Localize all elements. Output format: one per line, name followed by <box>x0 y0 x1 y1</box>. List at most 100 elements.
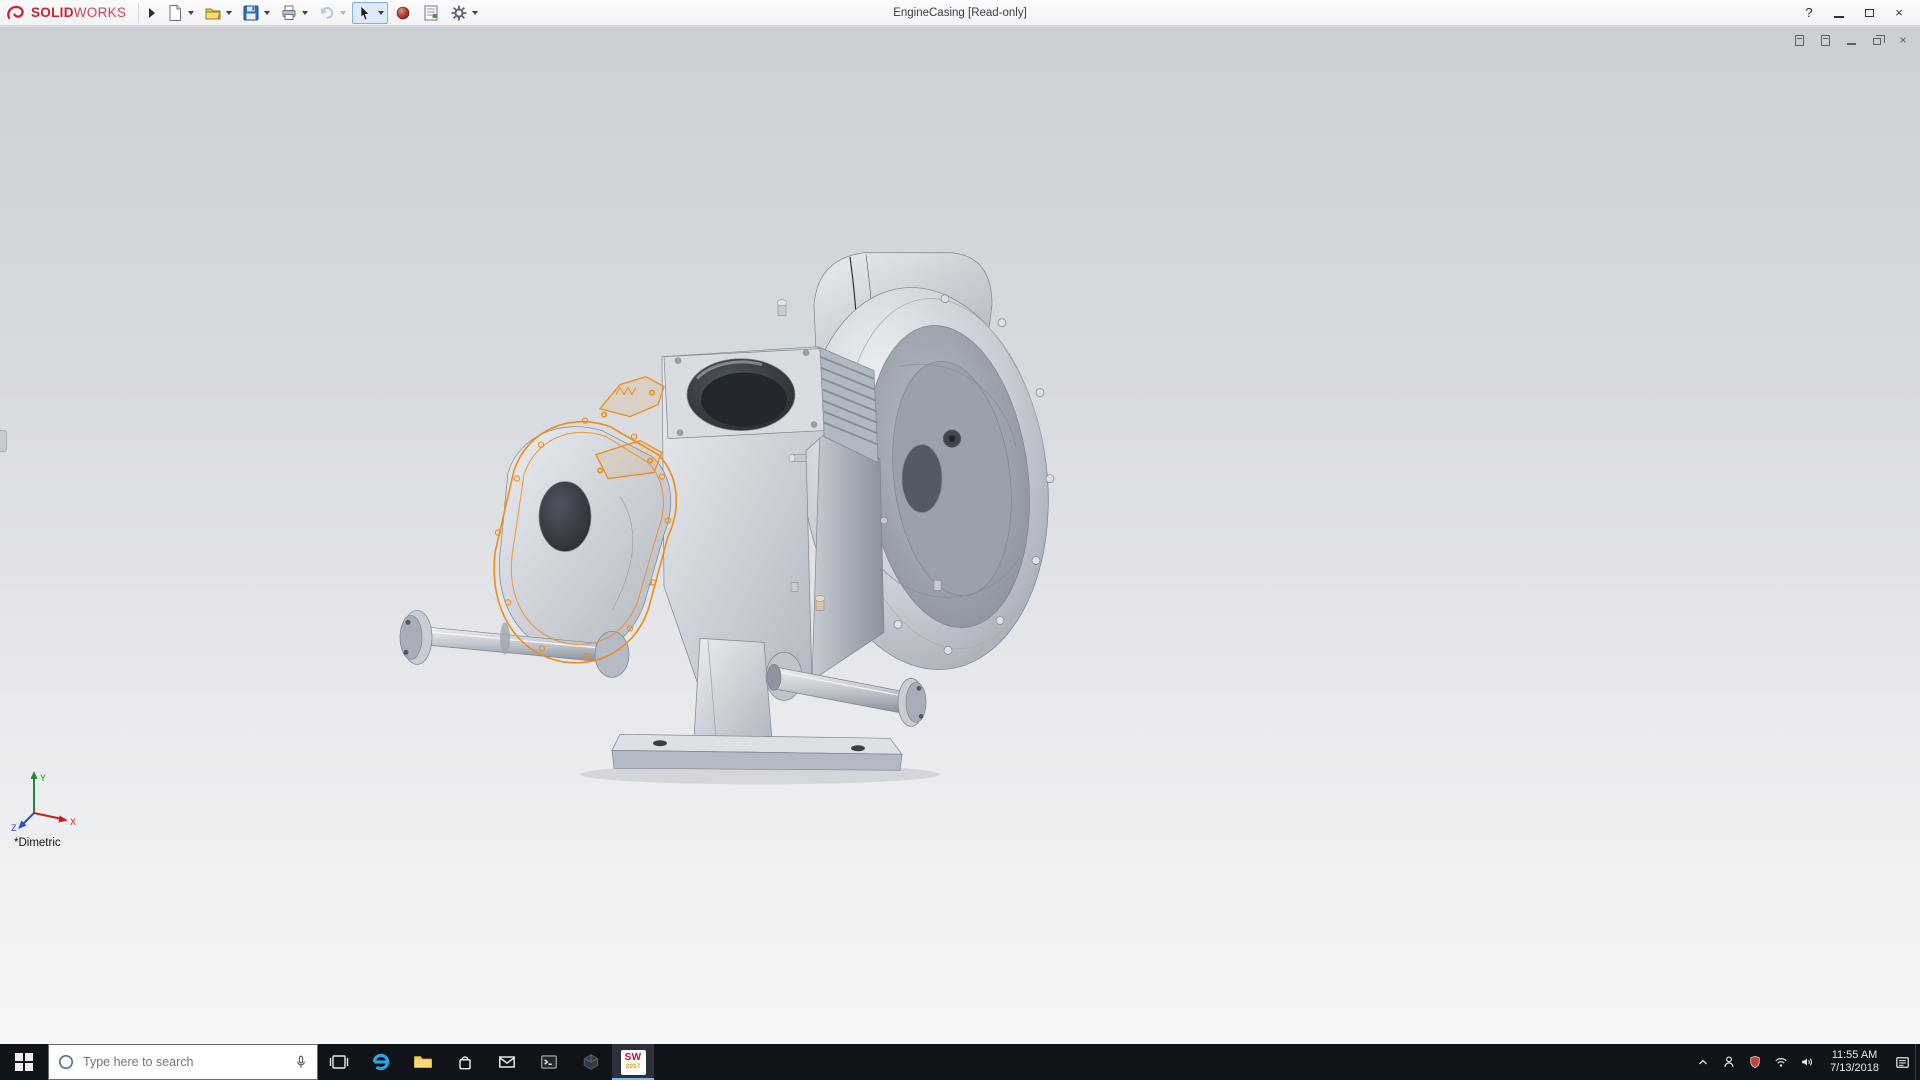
settings-gear-icon <box>451 5 467 20</box>
taskbar-search[interactable] <box>48 1044 318 1080</box>
dropdown-caret[interactable] <box>472 10 479 15</box>
toolbar-separator <box>138 2 140 23</box>
options-form-icon <box>424 5 438 20</box>
people-icon <box>1724 1056 1734 1067</box>
settings-button[interactable] <box>446 2 482 24</box>
panel-right-icon <box>1820 34 1830 46</box>
dropdown-caret[interactable] <box>226 10 233 15</box>
doc-restore-icon <box>1873 35 1885 45</box>
file-explorer-button[interactable] <box>402 1044 444 1080</box>
doc-minimize-button[interactable] <box>1844 33 1858 47</box>
desktop: SOLIDWORKS EngineCasing [Read-only] ? × … <box>0 0 1920 1080</box>
print-icon <box>282 5 296 20</box>
show-desktop-button[interactable] <box>1915 1044 1920 1080</box>
triad-z-label: Z <box>11 823 17 833</box>
engine-casing-geometry <box>399 252 1055 785</box>
clock-time: 11:55 AM <box>1831 1049 1878 1061</box>
doc-restore-button[interactable] <box>1870 33 1885 47</box>
undo-button[interactable] <box>314 2 350 24</box>
document-title: EngineCasing [Read-only] <box>893 6 1027 19</box>
start-button[interactable] <box>0 1044 48 1080</box>
wifi-icon <box>1775 1058 1787 1067</box>
3d-viewer-icon <box>583 1054 599 1070</box>
solidworks-logo: SOLIDWORKS <box>0 4 134 22</box>
maximize-button[interactable] <box>1854 1 1884 25</box>
flyout-expand-arrow[interactable] <box>149 7 156 18</box>
open-document-icon <box>205 8 221 19</box>
network-button[interactable] <box>1768 1044 1794 1080</box>
solidworks-wordmark: SOLIDWORKS <box>31 5 127 20</box>
triad-y-label: Y <box>40 773 46 783</box>
open-document-button[interactable] <box>200 2 236 24</box>
save-icon <box>243 5 259 20</box>
appearances-sphere-icon <box>396 6 410 19</box>
engine-casing-model[interactable] <box>0 27 1920 1044</box>
clock-date: 7/13/2018 <box>1830 1062 1879 1074</box>
console-button[interactable] <box>528 1044 570 1080</box>
window-controls: ? × <box>1794 1 1920 25</box>
solidworks-titlebar: SOLIDWORKS EngineCasing [Read-only] ? × <box>0 0 1920 26</box>
doc-minimize-icon <box>1846 43 1856 45</box>
solidworks-app-button[interactable]: SW 2017 <box>612 1044 654 1080</box>
shield-icon <box>1750 1055 1760 1069</box>
reference-triad[interactable]: Y X Z <box>10 769 80 833</box>
task-view-button[interactable] <box>318 1044 360 1080</box>
edge-icon <box>372 1053 390 1071</box>
system-tray: 11:55 AM 7/13/2018 <box>1690 1044 1920 1080</box>
minimize-icon <box>1834 15 1844 18</box>
minimize-button[interactable] <box>1824 1 1854 25</box>
doc-close-icon: × <box>1899 33 1907 47</box>
panel-left-icon <box>1794 34 1804 46</box>
security-button[interactable] <box>1742 1044 1768 1080</box>
help-icon: ? <box>1805 5 1813 20</box>
close-button[interactable]: × <box>1884 1 1914 25</box>
taskbar-clock[interactable]: 11:55 AM 7/13/2018 <box>1820 1044 1889 1080</box>
options-form-button[interactable] <box>418 2 444 24</box>
cortana-circle-icon <box>59 1055 73 1069</box>
volume-icon <box>1802 1058 1813 1066</box>
3d-viewer-button[interactable] <box>570 1044 612 1080</box>
dropdown-caret[interactable] <box>378 10 385 15</box>
action-center-icon <box>1895 1056 1909 1068</box>
dropdown-caret[interactable] <box>264 10 271 15</box>
action-center-button[interactable] <box>1889 1044 1915 1080</box>
people-button[interactable] <box>1716 1044 1742 1080</box>
appearances-button[interactable] <box>390 2 416 24</box>
mail-icon <box>499 1056 515 1068</box>
file-explorer-icon <box>414 1056 432 1068</box>
doc-close-button[interactable]: × <box>1896 33 1910 47</box>
microphone-icon[interactable] <box>293 1053 309 1071</box>
document-window-controls: × <box>1792 33 1910 47</box>
console-icon <box>541 1055 557 1069</box>
edge-button[interactable] <box>360 1044 402 1080</box>
maximize-icon <box>1864 8 1874 17</box>
graphics-viewport[interactable]: × Y X Z *Dimetric <box>0 27 1920 1044</box>
dropdown-caret[interactable] <box>302 10 309 15</box>
store-icon <box>459 1056 471 1070</box>
save-button[interactable] <box>238 2 274 24</box>
print-button[interactable] <box>276 2 312 24</box>
view-orientation-label: *Dimetric <box>14 837 61 849</box>
new-document-icon <box>169 4 182 21</box>
help-button[interactable]: ? <box>1794 1 1824 25</box>
dropdown-caret[interactable] <box>340 10 347 15</box>
new-document-button[interactable] <box>162 2 198 24</box>
hidden-icons-button[interactable] <box>1690 1044 1716 1080</box>
tray-chevron-icon <box>1699 1059 1708 1065</box>
dropdown-caret[interactable] <box>188 10 195 15</box>
mail-button[interactable] <box>486 1044 528 1080</box>
select-cursor-icon <box>360 4 370 20</box>
search-input[interactable] <box>83 1055 285 1069</box>
solidworks-app-icon: SW 2017 <box>620 1049 646 1075</box>
store-button[interactable] <box>444 1044 486 1080</box>
task-view-icon <box>329 1055 349 1069</box>
close-icon: × <box>1895 5 1903 20</box>
panel-right-button[interactable] <box>1818 33 1832 47</box>
panel-left-button[interactable] <box>1792 33 1806 47</box>
select-tool-button[interactable] <box>352 1 389 24</box>
undo-icon <box>321 6 334 19</box>
ds-logo-icon <box>7 5 24 19</box>
volume-button[interactable] <box>1794 1044 1820 1080</box>
windows-start-icon <box>15 1053 33 1071</box>
windows-taskbar: SW 2017 <box>0 1044 1920 1080</box>
